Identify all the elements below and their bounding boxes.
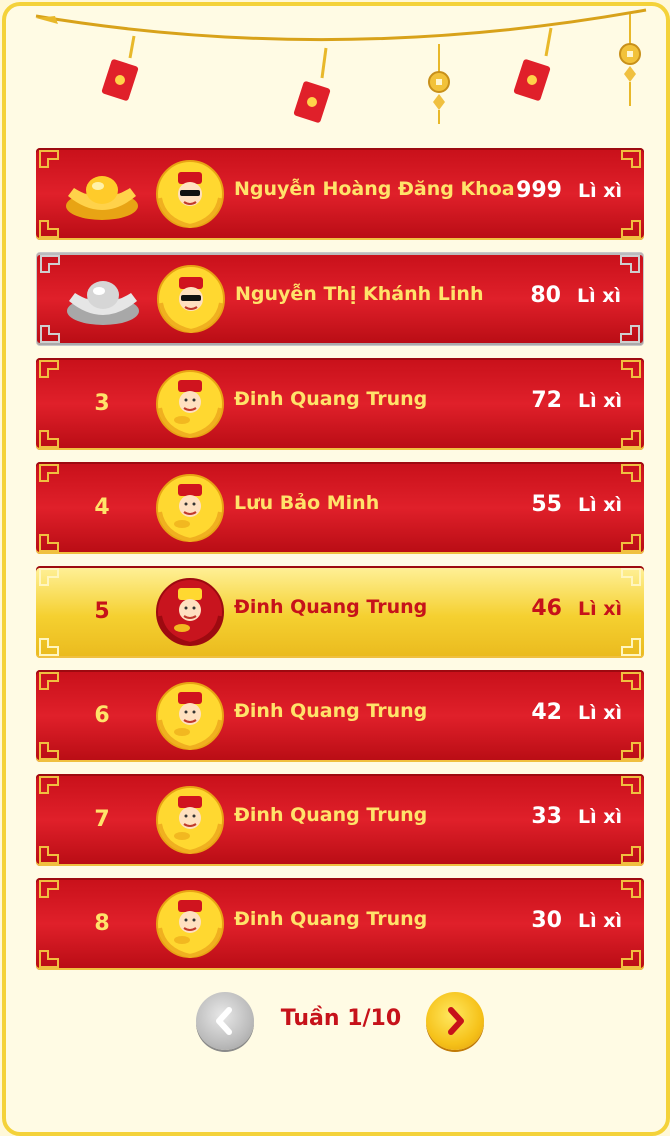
- score-unit: Lì xì: [577, 702, 622, 724]
- player-name: Lưu Bảo Minh: [234, 492, 380, 514]
- player-score: 33: [531, 804, 562, 829]
- player-score: 72: [531, 388, 562, 413]
- corner-ornament: [39, 672, 59, 760]
- corner-ornament: [39, 880, 59, 968]
- player-name: Nguyễn Hoàng Đăng Khoa: [234, 178, 515, 200]
- corner-ornament: [39, 150, 59, 238]
- player-name: Đinh Quang Trung: [234, 388, 428, 410]
- chevron-left-icon: [216, 1007, 232, 1035]
- lucky-coin-icon: [428, 44, 450, 124]
- leaderboard-row: 8 Đinh Quang Trung 30 Lì xì: [36, 878, 644, 970]
- god-of-wealth-sunglasses-avatar: [156, 160, 224, 229]
- score-unit: Lì xì: [576, 285, 621, 307]
- leaderboard-row: Nguyễn Thị Khánh Linh 80 Lì xì: [36, 252, 644, 346]
- corner-ornament: [39, 360, 59, 448]
- player-name: Nguyễn Thị Khánh Linh: [235, 283, 484, 305]
- corner-ornament: [621, 360, 641, 448]
- chevron-right-icon: [448, 1007, 464, 1035]
- god-of-wealth-avatar: [156, 890, 224, 959]
- player-name: Đinh Quang Trung: [234, 804, 428, 826]
- red-envelope-icon: [101, 35, 139, 101]
- prev-week-button[interactable]: [196, 992, 254, 1050]
- leaderboard-list: Nguyễn Hoàng Đăng Khoa 999 Lì xì Nguyễn …: [36, 148, 644, 982]
- player-score: 30: [531, 908, 562, 933]
- week-pager: Tuần 1/10: [6, 992, 666, 1052]
- leaderboard-row: 4 Lưu Bảo Minh 55 Lì xì: [36, 462, 644, 554]
- corner-ornament: [621, 776, 641, 864]
- player-rank: 6: [94, 703, 110, 728]
- corner-ornament: [621, 150, 641, 238]
- corner-ornament: [39, 776, 59, 864]
- player-name: Đinh Quang Trung: [234, 596, 428, 618]
- next-week-button[interactable]: [426, 992, 484, 1050]
- leaderboard-panel: Nguyễn Hoàng Đăng Khoa 999 Lì xì Nguyễn …: [2, 2, 670, 1136]
- god-of-wealth-avatar: [156, 370, 224, 439]
- god-of-wealth-avatar: [156, 682, 224, 751]
- red-envelope-icon: [513, 27, 553, 101]
- god-of-wealth-avatar: [156, 474, 224, 543]
- leaderboard-row: Nguyễn Hoàng Đăng Khoa 999 Lì xì: [36, 148, 644, 240]
- player-score: 80: [530, 283, 561, 308]
- score-unit: Lì xì: [577, 910, 622, 932]
- player-name: Đinh Quang Trung: [234, 700, 428, 722]
- score-unit: Lì xì: [577, 494, 622, 516]
- player-score: 42: [531, 700, 562, 725]
- gold-ingot-icon: [66, 176, 138, 220]
- player-score: 999: [516, 178, 562, 203]
- leaderboard-row: 6 Đinh Quang Trung 42 Lì xì: [36, 670, 644, 762]
- god-of-wealth-avatar: [156, 578, 224, 647]
- leaderboard-row: 7 Đinh Quang Trung 33 Lì xì: [36, 774, 644, 866]
- corner-ornament: [621, 568, 641, 656]
- score-unit: Lì xì: [577, 390, 622, 412]
- corner-ornament: [39, 568, 59, 656]
- player-rank: 7: [94, 807, 110, 832]
- god-of-wealth-avatar: [156, 786, 224, 855]
- score-unit: Lì xì: [577, 180, 622, 202]
- corner-ornament: [621, 880, 641, 968]
- lucky-coin-icon: [619, 14, 641, 106]
- corner-ornament: [620, 255, 640, 343]
- leaderboard-row-current-user: 5 Đinh Quang Trung 46 Lì xì: [36, 566, 644, 658]
- score-unit: Lì xì: [577, 806, 622, 828]
- week-label: Tuần 1/10: [280, 1006, 402, 1031]
- player-rank: 8: [94, 911, 110, 936]
- player-rank: 5: [94, 599, 110, 624]
- red-envelope-icon: [293, 47, 331, 123]
- corner-ornament: [40, 255, 60, 343]
- corner-ornament: [39, 464, 59, 552]
- player-score: 46: [531, 596, 562, 621]
- silver-ingot-icon: [67, 281, 139, 325]
- player-rank: 3: [94, 391, 110, 416]
- leaderboard-row: 3 Đinh Quang Trung 72 Lì xì: [36, 358, 644, 450]
- score-unit: Lì xì: [577, 598, 622, 620]
- player-score: 55: [531, 492, 562, 517]
- corner-ornament: [621, 464, 641, 552]
- player-rank: 4: [94, 495, 110, 520]
- lunar-new-year-decoration: [35, 8, 647, 124]
- player-name: Đinh Quang Trung: [234, 908, 428, 930]
- corner-ornament: [621, 672, 641, 760]
- god-of-wealth-sunglasses-avatar: [157, 265, 225, 334]
